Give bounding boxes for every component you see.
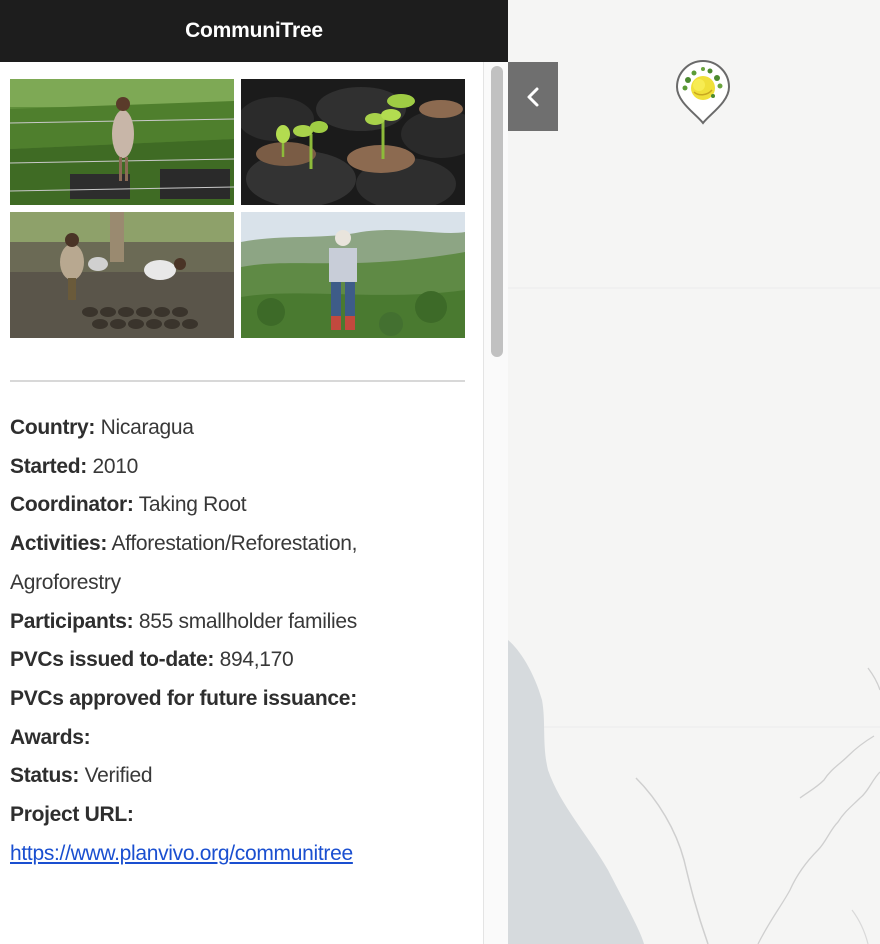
divider [10, 380, 465, 382]
scrollbar-thumb[interactable] [491, 66, 503, 357]
detail-pvcs-issued: PVCs issued to-date: 894,170 [10, 648, 294, 672]
detail-pvcs-future: PVCs approved for future issuance: [10, 686, 357, 710]
photo-seedlings-in-bags[interactable] [241, 79, 465, 205]
detail-awards: Awards: [10, 725, 91, 749]
collapse-panel-button[interactable] [508, 62, 558, 131]
chevron-left-icon [527, 87, 539, 106]
map-view[interactable] [508, 0, 880, 944]
photo-woman-in-seedling-field[interactable] [10, 79, 234, 205]
project-url-link[interactable]: https://www.planvivo.org/communitree [10, 842, 353, 865]
detail-country: Country: Nicaragua [10, 416, 194, 439]
project-details: Country: Nicaragua Started: 2010 Coordin… [10, 409, 470, 873]
panel-title: CommuniTree [0, 0, 508, 62]
detail-started: Started: 2010 [10, 454, 139, 478]
detail-project-url-label: Project URL: [10, 803, 134, 827]
project-marker-icon[interactable] [674, 58, 732, 126]
detail-participants: Participants: 855 smallholder families [10, 609, 357, 633]
detail-status: Status: Verified [10, 764, 153, 788]
project-info-panel: CommuniTree Country: Nicaragua Started: … [0, 0, 508, 944]
detail-activities: Activities: Afforestation/Reforestation, [10, 532, 358, 556]
photo-workers-in-nursery[interactable] [10, 212, 234, 338]
scrollbar[interactable] [483, 62, 508, 944]
panel-content[interactable]: Country: Nicaragua Started: 2010 Coordin… [0, 62, 508, 944]
detail-coordinator: Coordinator: Taking Root [10, 493, 247, 517]
detail-project-url: https://www.planvivo.org/communitree [10, 835, 470, 874]
map-basemap [508, 0, 880, 944]
detail-activities-continued: Agroforestry [10, 570, 121, 594]
photo-woman-on-hillside[interactable] [241, 212, 465, 338]
